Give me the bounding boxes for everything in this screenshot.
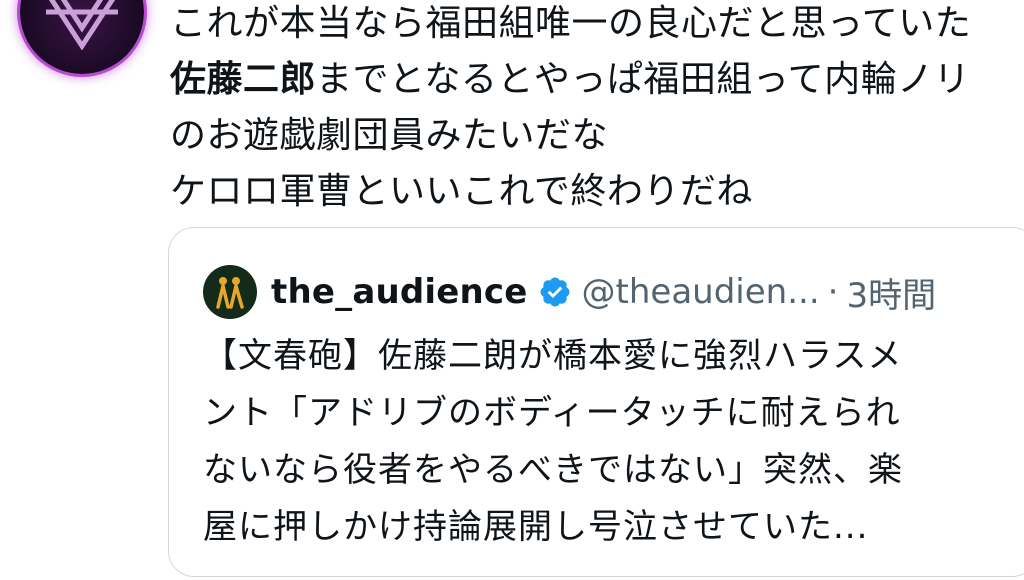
tweet-text: これが本当なら福田組唯一の良心だと思っていた 佐藤二郎までとなるとやっぱ福田組っ…	[170, 0, 1020, 220]
quoted-tweet-line: ント「アドリブのボディータッチに耐えられ	[203, 393, 901, 433]
quoted-tweet-line: 屋に押しかけ持論展開し号泣させていた...	[203, 507, 869, 547]
quoted-tweet-header: the_audience @theaudien... · 3時間	[203, 264, 936, 320]
tweet-line: のお遊戯劇団員みたいだな	[170, 115, 609, 156]
quoted-author-handle[interactable]: @theaudien...	[582, 272, 820, 312]
verified-badge-icon	[538, 275, 572, 309]
tweet-line: ケロロ軍曹といいこれで終わりだね	[170, 171, 753, 212]
quoted-author-name[interactable]: the_audience	[271, 272, 528, 312]
quoted-tweet-card[interactable]: the_audience @theaudien... · 3時間 【文春砲】佐藤…	[168, 227, 1024, 577]
quoted-tweet-time[interactable]: 3時間	[846, 268, 936, 317]
tweet-line: これが本当なら福田組唯一の良心だと思っていた	[170, 3, 972, 44]
the-audience-logo-icon	[216, 277, 244, 309]
quoted-tweet-body: 【文春砲】佐藤二朗が橋本愛に強烈ハラスメ ント「アドリブのボディータッチに耐えら…	[203, 328, 963, 556]
tweet-line-rest: までとなるとやっぱ福田組って内輪ノリ	[316, 59, 971, 100]
author-avatar[interactable]	[20, 0, 144, 74]
quoted-tweet-line: ないなら役者をやるべきではない」突然、楽	[203, 450, 903, 490]
tweet-line: 佐藤二郎までとなるとやっぱ福田組って内輪ノリ	[170, 52, 1020, 108]
quoted-tweet-line: 【文春砲】佐藤二朗が橋本愛に強烈ハラスメ	[203, 336, 903, 376]
quoted-author-avatar[interactable]	[203, 265, 257, 319]
avatar-icon	[46, 0, 118, 50]
tweet-mention-name: 佐藤二郎	[170, 59, 317, 100]
separator-dot: ·	[827, 272, 839, 312]
